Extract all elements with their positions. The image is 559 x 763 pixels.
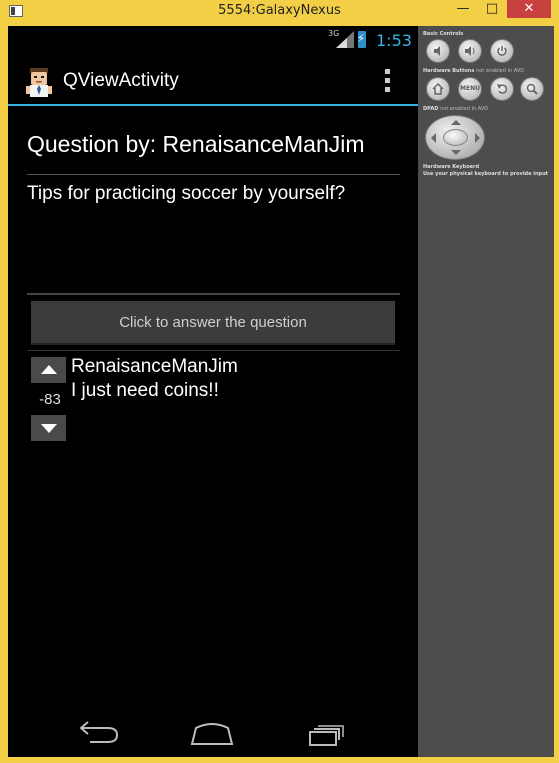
answer-author: RenaisanceManJim	[71, 356, 238, 377]
divider	[27, 174, 400, 175]
hardware-home-button[interactable]	[426, 77, 450, 101]
question-text: Tips for practicing soccer by yourself?	[27, 183, 346, 204]
power-button[interactable]	[490, 39, 514, 63]
maximize-button[interactable]: □	[478, 0, 506, 18]
power-icon	[497, 46, 507, 56]
back-icon[interactable]	[68, 714, 128, 750]
back-arrow-icon	[497, 84, 508, 94]
hardware-keyboard-note: Use your physical keyboard to provide in…	[423, 171, 549, 177]
battery-charging-icon	[357, 31, 366, 48]
hardware-buttons-title: Hardware Buttons	[423, 68, 475, 74]
activity-title: QViewActivity	[63, 70, 179, 91]
divider	[27, 293, 400, 295]
hardware-keyboard-label: Hardware Keyboard	[423, 164, 480, 170]
window-titlebar: 5554:GalaxyNexus — □ ✕	[0, 0, 559, 24]
question-author: Question by: RenaisanceManJim	[27, 131, 365, 157]
answer-text: I just need coins!!	[71, 380, 219, 401]
hardware-menu-button[interactable]: MENU	[458, 77, 482, 101]
dpad-title: DPAD	[423, 106, 439, 112]
emulator-window: 5554:GalaxyNexus — □ ✕ 3G 1:53	[0, 0, 559, 763]
hardware-search-button[interactable]	[520, 77, 544, 101]
answer-question-button[interactable]: Click to answer the question	[31, 301, 395, 345]
arrow-down-icon	[41, 424, 57, 433]
search-icon	[526, 83, 538, 95]
arrow-up-icon	[41, 365, 57, 374]
dpad-note: not enabled in AVD	[440, 106, 489, 112]
status-time: 1:53	[376, 31, 412, 50]
dpad-up-icon[interactable]	[451, 120, 461, 125]
hardware-buttons-label: Hardware Buttons not enabled in AVD	[423, 68, 524, 74]
dpad-right-icon[interactable]	[475, 133, 480, 143]
dpad-label: DPAD not enabled in AVD	[423, 106, 488, 112]
close-button[interactable]: ✕	[507, 0, 551, 18]
signal-icon	[336, 31, 354, 48]
dpad-down-icon[interactable]	[451, 150, 461, 155]
emulator-controls-panel: Basic Controls Hardware Buttons not enab…	[418, 26, 554, 757]
volume-up-button[interactable]	[458, 39, 482, 63]
hardware-back-button[interactable]	[490, 77, 514, 101]
dpad-control[interactable]	[425, 115, 485, 160]
divider	[27, 350, 400, 351]
downvote-button[interactable]	[31, 415, 66, 441]
device-screen: 3G 1:53 QViewActivity	[8, 26, 418, 757]
status-bar: 3G 1:53	[8, 26, 418, 54]
action-bar: QViewActivity	[8, 54, 418, 106]
volume-down-icon	[434, 46, 440, 56]
upvote-button[interactable]	[31, 357, 66, 383]
app-logo-icon[interactable]	[25, 67, 55, 99]
hardware-buttons-note: not enabled in AVD	[476, 68, 525, 74]
basic-controls-label: Basic Controls	[423, 31, 464, 37]
house-icon	[432, 82, 444, 95]
dpad-center-button[interactable]	[443, 129, 468, 146]
navigation-bar	[8, 706, 418, 757]
minimize-button[interactable]: —	[449, 0, 477, 18]
dpad-left-icon[interactable]	[431, 133, 436, 143]
volume-down-button[interactable]	[426, 39, 450, 63]
recents-icon[interactable]	[298, 714, 358, 750]
answer-score: -83	[39, 391, 61, 408]
home-icon[interactable]	[182, 714, 242, 750]
volume-up-icon	[465, 46, 475, 56]
overflow-menu-icon[interactable]	[380, 69, 396, 93]
